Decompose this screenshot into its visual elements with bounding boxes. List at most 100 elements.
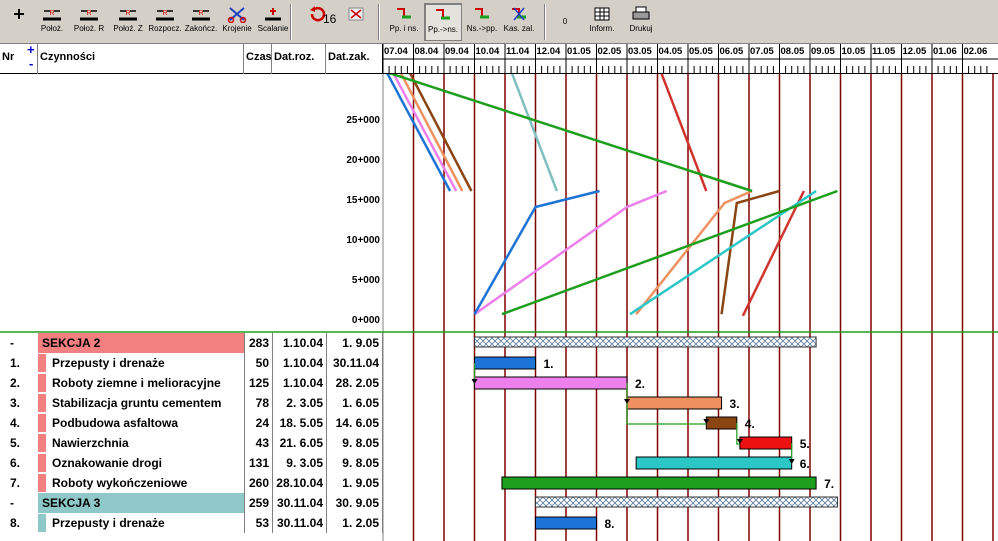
section-summary-bar[interactable] (535, 496, 838, 508)
toolbar-button-label: Położ. R (73, 24, 105, 33)
datroz-column-header[interactable]: Dat.roz. (272, 44, 326, 74)
task-bar-label: 2. (635, 377, 645, 391)
task-name: Przepusty i drenaże (52, 356, 165, 370)
toolbar-button-printer[interactable]: Drukuj (624, 3, 658, 41)
task-bar-label: 6. (800, 457, 810, 471)
task-row[interactable]: 5. Nawierzchnia 43 21. 6.05 9. 8.05 (0, 433, 383, 453)
section-summary-bar[interactable] (474, 336, 817, 348)
row-number: 4. (10, 416, 21, 430)
task-bar-label: 4. (745, 417, 755, 431)
task-row[interactable]: 6. Oznakowanie drogi 131 9. 3.05 9. 8.05 (0, 453, 383, 473)
task-row[interactable]: 4. Podbudowa asfaltowa 24 18. 5.05 14. 6.05 (0, 413, 383, 433)
task-duration: 125 (244, 373, 272, 393)
toolbar-button-label: Zakończ. (184, 24, 218, 33)
expand-all-button[interactable]: + (27, 43, 35, 56)
toolbar-button-link-pp-ns[interactable]: Pp. i ns. (385, 3, 423, 41)
month-label: 12.05 (903, 46, 927, 57)
datzak-column-header[interactable]: Dat.zak. (326, 44, 383, 74)
czynnosci-column-header[interactable]: Czynności (38, 44, 244, 74)
toolbar-button-refresh[interactable]: 16 (298, 3, 338, 41)
toolbar-button-position-z[interactable]: R Położ. Z (110, 3, 146, 41)
task-bar[interactable] (626, 396, 723, 410)
toolbar-button-plus[interactable] (4, 3, 34, 41)
task-row[interactable]: 7. Roboty wykończeniowe 260 28.10.04 1. 9.05 (0, 473, 383, 493)
task-bar[interactable] (535, 516, 597, 530)
toolbar-button-value[interactable]: 0 (552, 3, 578, 41)
row-number: 2. (10, 376, 21, 390)
section-row[interactable]: - SEKCJA 2 283 1.10.04 1. 9.05 (0, 333, 383, 353)
toolbar-button-finish[interactable]: R Zakończ. (183, 3, 219, 41)
task-end-date: 28. 2.05 (326, 373, 383, 393)
task-bar[interactable] (474, 376, 628, 390)
toolbar-button-label: Drukuj (629, 24, 653, 33)
task-row[interactable]: 3. Stabilizacja gruntu cementem 78 2. 3.05 1… (0, 393, 383, 413)
task-end-date: 1. 9.05 (326, 333, 383, 353)
section-row[interactable]: - SEKCJA 3 259 30.11.04 30. 9.05 (0, 493, 383, 513)
toolbar-button-label: 0 (562, 17, 568, 26)
task-start-date: 9. 3.05 (272, 453, 326, 473)
nr-header-label: Nr (2, 51, 15, 63)
row-number[interactable]: - (0, 333, 36, 353)
task-bar[interactable] (635, 456, 793, 470)
toolbar-button-delete[interactable] (341, 3, 371, 41)
toolbar-button-link-pp-to-ns[interactable]: Pp.->ns. (424, 3, 462, 41)
toolbar: R Położ. R Położ. R R Położ. Z R Rozpocz. R Zakoń… (0, 0, 998, 44)
task-duration: 283 (244, 333, 272, 353)
svg-text:R: R (198, 10, 203, 17)
collapse-all-button[interactable]: - (29, 57, 33, 70)
row-number: 6. (10, 456, 21, 470)
row-number[interactable]: - (0, 493, 36, 513)
toolbar-button-delete-link[interactable]: Kas. zal. (501, 3, 537, 41)
task-start-date: 21. 6.05 (272, 433, 326, 453)
toolbar-button-position-start[interactable]: R Położ. (36, 3, 68, 41)
task-row[interactable]: 2. Roboty ziemne i melioracyjne 125 1.10.04… (0, 373, 383, 393)
section-color-strip (38, 514, 46, 532)
task-duration: 260 (244, 473, 272, 493)
task-bar[interactable] (474, 356, 536, 370)
y-tick-label: 15+000 (346, 195, 380, 206)
y-tick-label: 20+000 (346, 155, 380, 166)
task-row[interactable]: 1. Przepusty i drenaże 50 1.10.04 30.11.04 (0, 353, 383, 373)
svg-text:R: R (162, 10, 167, 17)
printer-icon (624, 5, 658, 23)
task-duration: 50 (244, 353, 272, 373)
toolbar-button-label: Krojenie (222, 24, 252, 33)
month-label: 03.05 (628, 46, 652, 57)
month-label: 10.04 (476, 46, 500, 57)
toolbar-button-start[interactable]: R Rozpocz. (147, 3, 183, 41)
month-label: 11.04 (506, 46, 530, 57)
table-header: Nr + - Czynności Czas Dat.roz. Dat.zak. … (0, 43, 998, 74)
task-end-date: 1. 9.05 (326, 473, 383, 493)
task-name: SEKCJA 3 (38, 493, 244, 513)
task-bar[interactable] (739, 436, 793, 450)
task-start-date: 1.10.04 (272, 333, 326, 353)
svg-text:R: R (49, 10, 54, 17)
task-name: Nawierzchnia (52, 436, 129, 450)
task-bar-label: 7. (824, 477, 834, 491)
task-end-date: 1. 2.05 (326, 513, 383, 533)
progress-line-3 (720, 189, 780, 315)
toolbar-button-link-ns-to-pp[interactable]: Ns.->pp. (463, 3, 501, 41)
task-start-date: 1.10.04 (272, 373, 326, 393)
position-r-icon: R (70, 5, 108, 23)
section-color-strip (38, 354, 46, 372)
delete-icon (341, 5, 371, 23)
task-name: Stabilizacja gruntu cementem (52, 396, 222, 410)
progress-line-1 (741, 190, 806, 317)
task-bar[interactable] (501, 476, 817, 490)
toolbar-button-label: Ns.->pp. (466, 24, 498, 33)
task-row[interactable]: 8. Przepusty i drenaże 53 30.11.04 1. 2.05 (0, 513, 383, 533)
link-ns-to-pp-icon (463, 5, 501, 23)
task-end-date: 9. 8.05 (326, 433, 383, 453)
y-tick-label: 25+000 (346, 115, 380, 126)
start-icon: R (147, 5, 183, 23)
month-label: 08.04 (415, 46, 439, 57)
toolbar-button-scissors[interactable]: Krojenie (221, 3, 253, 41)
task-bar[interactable] (705, 416, 738, 430)
row-number: 3. (10, 396, 21, 410)
toolbar-button-grid[interactable]: Inform. (582, 3, 622, 41)
progress-line-10 (510, 74, 559, 192)
toolbar-button-merge[interactable]: Scalanie (255, 3, 291, 41)
czas-column-header[interactable]: Czas (244, 44, 272, 74)
toolbar-button-position-r[interactable]: R Położ. R (70, 3, 108, 41)
